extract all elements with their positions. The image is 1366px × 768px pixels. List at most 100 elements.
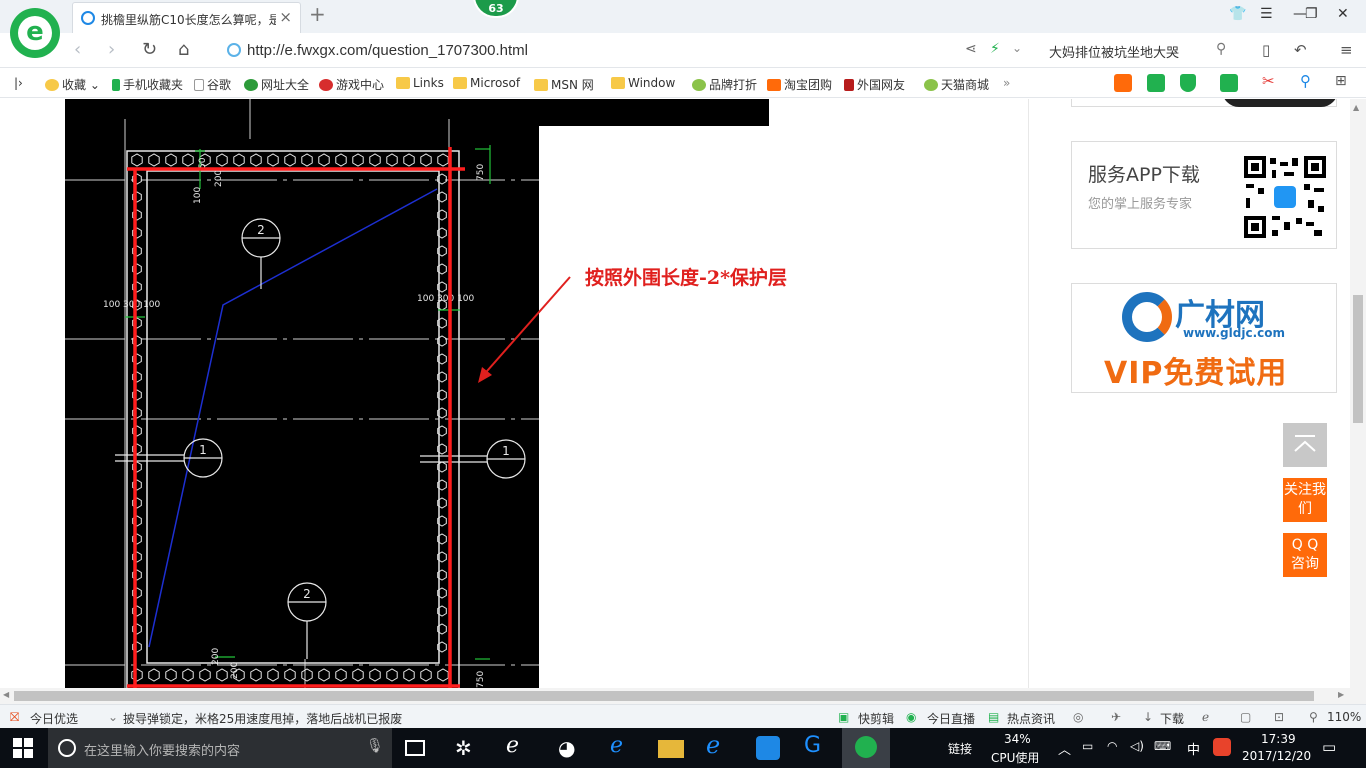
scissors-icon[interactable]: ✂ — [1262, 72, 1275, 90]
edge-app-icon[interactable]: ℯ — [506, 733, 532, 758]
qq-consult-button[interactable]: Q Q 咨询 — [1283, 533, 1327, 577]
svg-text:200: 200 — [211, 648, 221, 665]
horizontal-scroll-thumb[interactable] — [14, 691, 1314, 701]
gldjc-ad-banner[interactable]: 广材网 www.gldjc.com VIP免费试用 — [1071, 283, 1337, 393]
hot-news-link[interactable]: 热点资讯 — [1007, 710, 1055, 727]
skin-icon[interactable]: 👕 — [1229, 6, 1246, 22]
tray-expand-icon[interactable]: ︿ — [1058, 739, 1071, 758]
news-ticker[interactable]: 披导弹锁定，米格25用速度甩掉，落地后战机已报废 — [123, 710, 402, 727]
pin-icon[interactable]: ✈ — [1111, 710, 1121, 724]
svg-text:100 300 100: 100 300 100 — [103, 300, 161, 310]
menu-icon[interactable]: ☰ — [1260, 6, 1273, 22]
ie-mode-icon[interactable]: ℯ — [1202, 710, 1209, 724]
bookmark-tmall[interactable]: 天猫商城 — [924, 76, 989, 93]
gift-icon: ⛝ — [10, 710, 20, 724]
network-icon[interactable]: ◠ — [1107, 739, 1117, 753]
speedup-icon[interactable]: ◎ — [1073, 710, 1083, 724]
file-explorer-icon[interactable] — [658, 740, 684, 758]
phone-icon — [112, 79, 120, 91]
apps-grid-icon[interactable]: ⊞ — [1335, 73, 1347, 89]
mobile-icon[interactable]: ▯ — [1262, 41, 1270, 59]
qq-music-icon[interactable]: ◕ — [558, 736, 584, 760]
clock-date[interactable]: 2017/12/20 — [1242, 749, 1311, 763]
browser-logo-icon[interactable]: e — [10, 8, 60, 58]
bookmark-links[interactable]: Links — [396, 76, 444, 90]
svg-text:2: 2 — [303, 587, 311, 601]
bookmark-favorites[interactable]: 收藏 ⌄ — [45, 76, 100, 93]
app-download-card[interactable]: 服务APP下载 您的掌上服务专家 — [1071, 141, 1337, 249]
vertical-scrollbar[interactable]: ▲ — [1350, 99, 1366, 688]
bookmark-window[interactable]: Window — [611, 76, 675, 90]
new-tab-button[interactable]: + — [309, 2, 326, 26]
bookmark-taobao[interactable]: 淘宝团购 — [767, 76, 832, 93]
bookmark-msn[interactable]: MSN 网 — [534, 76, 594, 93]
share-icon[interactable]: ⋖ — [965, 41, 977, 57]
live-link[interactable]: 今日直播 — [927, 710, 975, 727]
mode-dropdown-icon[interactable]: ⌄ — [1012, 41, 1022, 55]
partial-card-top — [1071, 99, 1338, 107]
sidebar-toggle-icon[interactable]: |› — [14, 76, 23, 90]
bookmark-foreign[interactable]: 外国网友 — [844, 76, 905, 93]
back-button[interactable]: ‹ — [74, 39, 81, 60]
url-text[interactable]: http://e.fwxgx.com/question_1707300.html — [247, 42, 528, 59]
ie-browser-icon[interactable]: ℯ — [706, 731, 732, 759]
360-browser-taskbar-icon[interactable] — [842, 728, 890, 768]
home-button[interactable]: ⌂ — [178, 39, 189, 60]
magnifier-icon[interactable]: ⚲ — [1300, 72, 1311, 90]
address-bar[interactable]: http://e.fwxgx.com/question_1707300.html — [223, 38, 1033, 64]
back-to-top-button[interactable] — [1283, 423, 1327, 467]
pinwheel-app-icon[interactable]: ✲ — [455, 736, 481, 760]
follow-us-button[interactable]: 关注我们 — [1283, 478, 1327, 522]
translate-icon[interactable] — [1220, 74, 1238, 92]
more-bookmarks-icon[interactable]: » — [1003, 76, 1010, 90]
bookmark-google[interactable]: 谷歌 — [194, 76, 231, 93]
bookmark-game-center[interactable]: 游戏中心 — [319, 76, 384, 93]
svg-text:1: 1 — [199, 443, 207, 457]
more-menu-icon[interactable]: ≡ — [1340, 41, 1353, 59]
microphone-icon[interactable]: 🎙 — [366, 738, 384, 754]
undo-icon[interactable]: ↶ — [1294, 41, 1307, 59]
window-icon[interactable]: ▢ — [1240, 710, 1251, 724]
portrait-image — [1222, 99, 1338, 107]
link-label[interactable]: 链接 — [948, 740, 972, 757]
battery-icon[interactable]: ▭ — [1082, 739, 1093, 753]
notification-badge[interactable]: 63 — [473, 0, 519, 18]
vertical-scroll-thumb[interactable] — [1353, 295, 1363, 423]
reader-icon[interactable] — [1147, 74, 1165, 92]
browser-tab[interactable]: 挑檐里纵筋C10长度怎么算呢，是 × — [72, 2, 301, 33]
baidu-app-icon[interactable] — [756, 736, 780, 760]
shield-icon[interactable] — [1180, 74, 1196, 92]
keyboard-icon[interactable]: ⌨ — [1154, 739, 1171, 753]
quick-edit-link[interactable]: 快剪辑 — [858, 710, 894, 727]
tab-close-icon[interactable]: × — [279, 8, 292, 26]
reload-button[interactable]: ↻ — [142, 39, 157, 60]
download-link[interactable]: 下载 — [1160, 710, 1184, 727]
search-icon[interactable]: ⚲ — [1216, 41, 1226, 57]
discount-icon[interactable] — [1114, 74, 1132, 92]
bookmark-brand-sale[interactable]: 品牌打折 — [692, 76, 757, 93]
task-view-icon[interactable] — [405, 740, 425, 756]
volume-icon[interactable]: ◁) — [1130, 739, 1144, 753]
game-icon — [319, 79, 333, 91]
speed-mode-icon[interactable]: ⚡ — [990, 41, 1000, 57]
windows-start-icon[interactable] — [13, 738, 39, 762]
clock-time[interactable]: 17:39 — [1261, 732, 1296, 746]
g-app-icon[interactable]: G — [804, 733, 830, 758]
notification-center-icon[interactable]: ▭ — [1322, 738, 1336, 756]
hot-search-text[interactable]: 大妈排位被坑坐地大哭 — [1049, 42, 1179, 61]
ime-indicator[interactable]: 中 — [1187, 739, 1200, 758]
zoom-level[interactable]: 110% — [1327, 710, 1361, 724]
taskbar-search-box[interactable]: 在这里输入你要搜索的内容 🎙 — [48, 728, 392, 768]
bookmark-mobile[interactable]: 手机收藏夹 — [112, 76, 183, 93]
today-pick-link[interactable]: 今日优选 — [30, 710, 78, 727]
sogou-ime-icon[interactable] — [1213, 738, 1231, 756]
bookmark-site-nav[interactable]: 网址大全 — [244, 76, 309, 93]
restore-button[interactable]: ❐ — [1305, 6, 1318, 22]
bookmark-microsoft[interactable]: Microsof — [453, 76, 520, 90]
close-window-button[interactable]: ✕ — [1337, 6, 1349, 22]
screenshot-icon[interactable]: ⊡ — [1274, 710, 1284, 724]
edge-browser-icon[interactable]: ℯ — [610, 733, 636, 758]
horizontal-scrollbar[interactable]: ◀ ▶ — [0, 688, 1366, 704]
forward-button[interactable]: › — [108, 39, 115, 60]
taskbar-search-placeholder[interactable]: 在这里输入你要搜索的内容 — [84, 740, 240, 759]
